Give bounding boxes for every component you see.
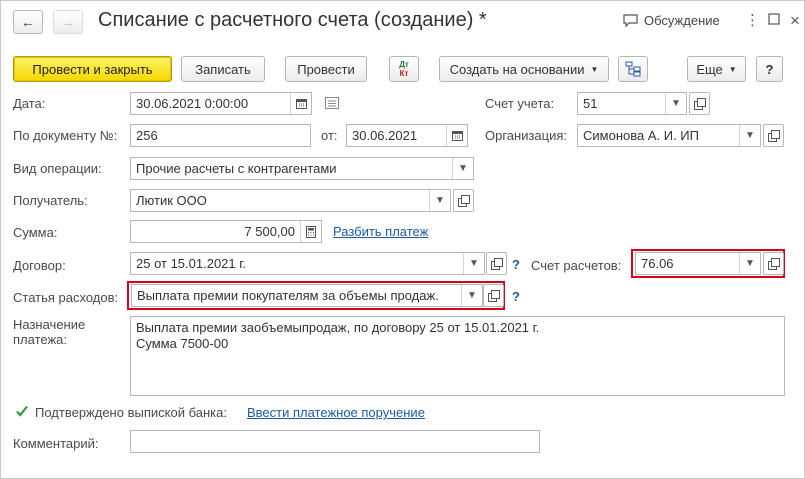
calendar-icon[interactable] [446, 125, 467, 146]
dropdown-arrow-icon[interactable]: ▼ [429, 190, 450, 211]
doc-number-field[interactable]: 256 [130, 124, 311, 147]
organization-field[interactable]: Симонова А. И. ИП ▼ [577, 124, 761, 147]
doc-number-label: По документу №: [13, 128, 118, 143]
operation-type-label: Вид операции: [13, 161, 102, 176]
open-organization-button[interactable] [763, 124, 784, 147]
comment-field[interactable] [130, 430, 540, 453]
document-window: ← → Списание с расчетного счета (создани… [0, 0, 805, 479]
dropdown-arrow-icon[interactable]: ▼ [739, 125, 760, 146]
expense-item-field[interactable]: Выплата премии покупателям за объемы про… [131, 284, 483, 307]
open-icon [491, 258, 503, 270]
open-settlement-button[interactable] [763, 252, 784, 275]
arrow-left-icon: ← [21, 14, 35, 30]
dt-kt-button[interactable]: Дт Кт [389, 56, 419, 82]
arrow-right-icon: → [61, 14, 75, 30]
purpose-label-line-1: Назначение [13, 317, 86, 332]
structure-button[interactable] [618, 56, 648, 82]
dt-kt-icon: Дт Кт [399, 60, 409, 78]
enter-payment-order-link[interactable]: Ввести платежное поручение [247, 405, 425, 420]
account-label: Счет учета: [485, 96, 555, 111]
help-button[interactable]: ? [756, 56, 783, 82]
page-title: Списание с расчетного счета (создание) * [98, 9, 487, 31]
settlement-account-field[interactable]: 76.06 ▼ [635, 252, 761, 275]
from-date-field[interactable]: 30.06.2021 [346, 124, 468, 147]
sum-field[interactable]: 7 500,00 [130, 220, 322, 243]
dropdown-arrow-icon[interactable]: ▼ [452, 158, 473, 179]
open-recipient-button[interactable] [453, 189, 474, 212]
contract-label: Договор: [13, 258, 66, 273]
split-payment-link[interactable]: Разбить платеж [333, 224, 428, 239]
checkmark-icon [16, 405, 28, 417]
open-icon [458, 195, 470, 207]
more-button[interactable]: Еще ▼ [687, 56, 746, 82]
post-and-close-button[interactable]: Провести и закрыть [13, 56, 172, 82]
expense-item-label: Статья расходов: [13, 290, 119, 305]
account-field[interactable]: 51 ▼ [577, 92, 687, 115]
calculator-icon[interactable] [300, 221, 321, 242]
recipient-label: Получатель: [13, 193, 88, 208]
caret-down-icon: ▼ [728, 64, 737, 74]
from-label: от: [321, 128, 338, 143]
post-button[interactable]: Провести [285, 56, 367, 82]
more-vertical-icon[interactable]: ⋮ [745, 11, 760, 31]
back-button[interactable]: ← [13, 10, 43, 34]
history-icon[interactable] [325, 97, 339, 112]
open-icon [694, 98, 706, 110]
confirmed-label: Подтверждено выпиской банка: [35, 405, 227, 420]
recipient-field[interactable]: Лютик ООО ▼ [130, 189, 451, 212]
organization-label: Организация: [485, 128, 568, 143]
help-icon[interactable]: ? [512, 289, 520, 304]
discussion-button[interactable]: Обсуждение [623, 13, 720, 28]
open-account-button[interactable] [689, 92, 710, 115]
dropdown-arrow-icon[interactable]: ▼ [739, 253, 760, 274]
dropdown-arrow-icon[interactable]: ▼ [665, 93, 686, 114]
discussion-label: Обсуждение [644, 13, 720, 28]
settlement-account-label: Счет расчетов: [531, 258, 622, 273]
structure-icon [625, 61, 641, 77]
contract-field[interactable]: 25 от 15.01.2021 г. ▼ [130, 252, 485, 275]
open-icon [768, 258, 780, 270]
open-icon [488, 290, 500, 302]
payment-purpose-textarea[interactable]: Выплата премии заобъемыпродаж, по догово… [130, 316, 785, 396]
forward-button[interactable]: → [53, 10, 83, 34]
chat-icon [623, 13, 638, 27]
calendar-icon[interactable] [290, 93, 311, 114]
dropdown-arrow-icon[interactable]: ▼ [461, 285, 482, 306]
open-contract-button[interactable] [486, 252, 507, 275]
close-icon[interactable]: × [790, 11, 800, 31]
purpose-line: Сумма 7500-00 [136, 336, 229, 351]
caret-down-icon: ▼ [590, 64, 599, 74]
purpose-line: Выплата премии заобъемыпродаж, по догово… [136, 320, 540, 335]
help-icon[interactable]: ? [512, 257, 520, 272]
dropdown-arrow-icon[interactable]: ▼ [463, 253, 484, 274]
purpose-label-line-2: платежа: [13, 332, 67, 347]
sum-label: Сумма: [13, 225, 58, 240]
open-expense-button[interactable] [483, 284, 504, 307]
save-button[interactable]: Записать [181, 56, 265, 82]
create-based-on-button[interactable]: Создать на основании ▼ [439, 56, 609, 82]
confirmed-checkbox[interactable] [15, 404, 29, 421]
maximize-icon[interactable] [768, 11, 780, 31]
comment-label: Комментарий: [13, 436, 99, 451]
date-field[interactable]: 30.06.2021 0:00:00 [130, 92, 312, 115]
operation-type-field[interactable]: Прочие расчеты с контрагентами ▼ [130, 157, 474, 180]
open-icon [768, 130, 780, 142]
date-label: Дата: [13, 96, 46, 111]
